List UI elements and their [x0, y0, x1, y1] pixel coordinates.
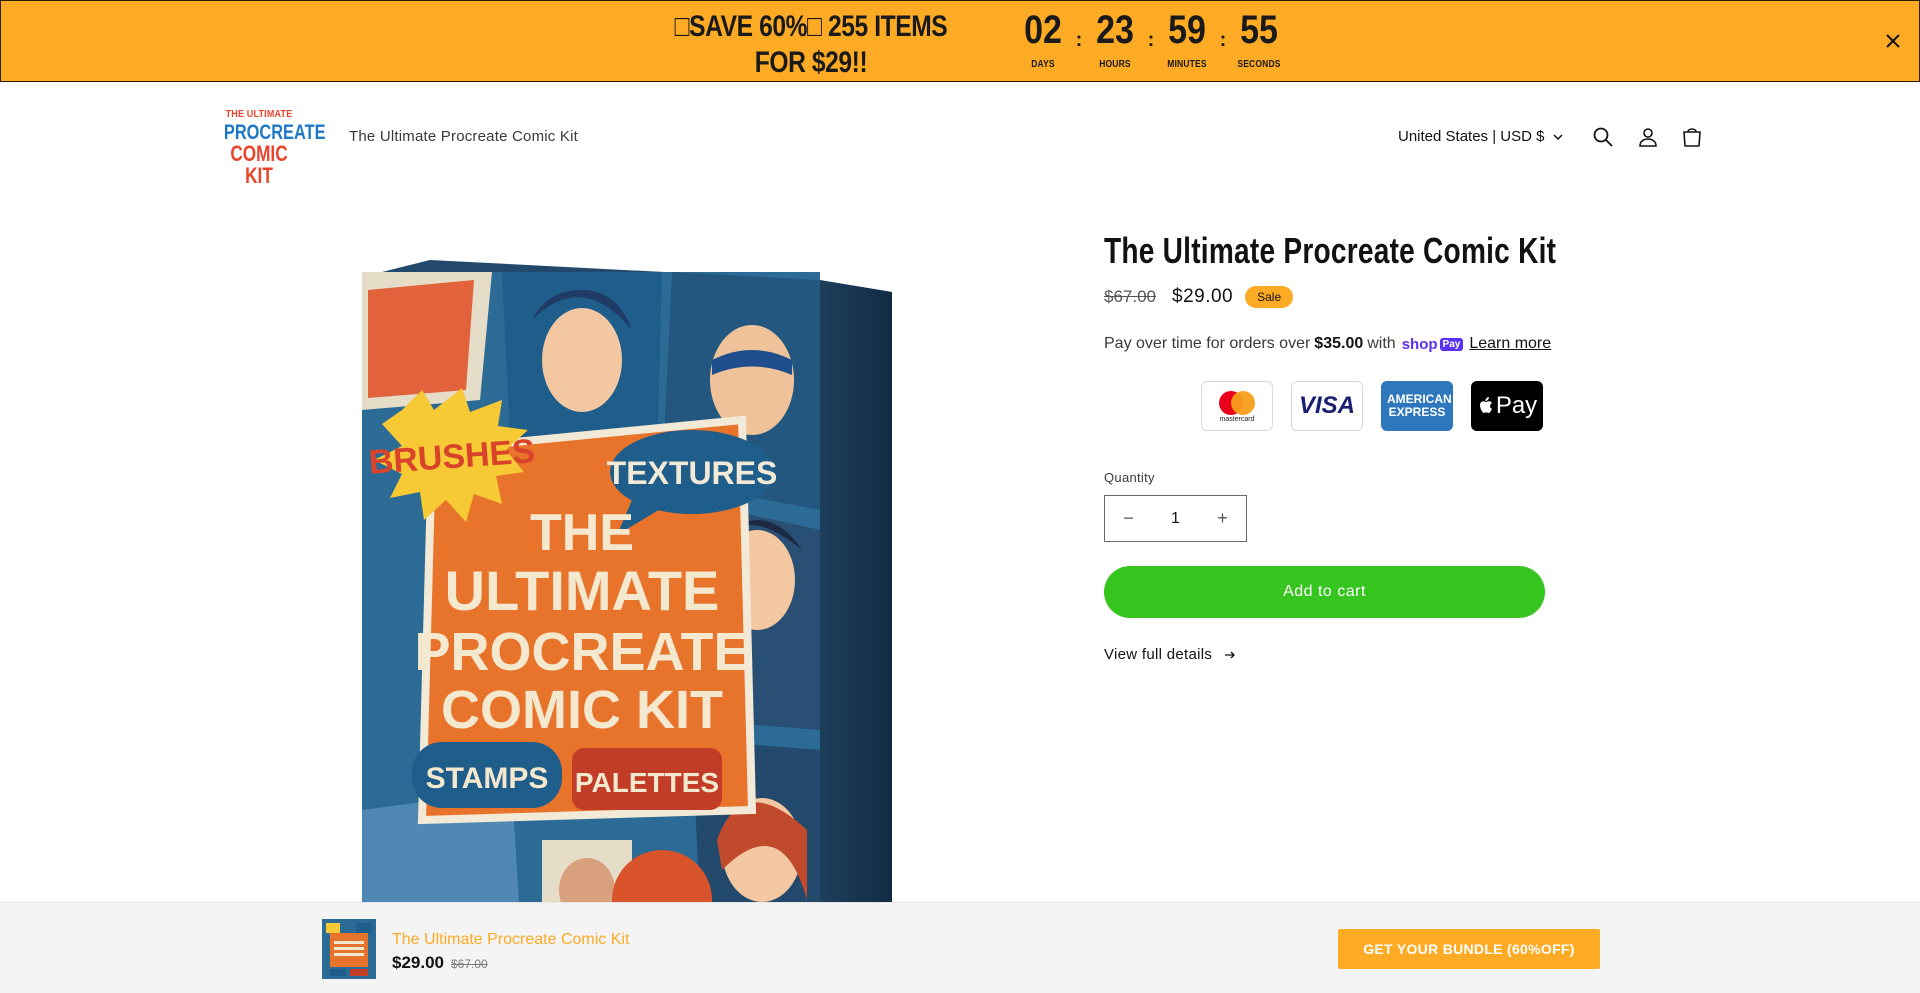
- sticky-compare-price: $67.00: [451, 957, 488, 971]
- countdown-seconds: 55 SECONDS: [1232, 7, 1286, 70]
- countdown-seconds-value: 55: [1240, 8, 1278, 52]
- countdown-hours: 23 HOURS: [1088, 7, 1142, 70]
- box-title-line-2: ULTIMATE: [445, 559, 720, 622]
- amex-icon: AMERICAN EXPRESS: [1381, 381, 1453, 431]
- quantity-increase-button[interactable]: +: [1199, 496, 1246, 541]
- countdown-timer: 02 DAYS : 23 HOURS : 59 MINUTES : 55 SEC…: [1016, 7, 1286, 70]
- compare-at-price: $67.00: [1104, 287, 1156, 306]
- box-label-stamps: STAMPS: [426, 762, 549, 795]
- close-icon[interactable]: [1881, 29, 1905, 53]
- sticky-price-row: $29.00 $67.00: [392, 953, 488, 973]
- chevron-down-icon: [1553, 133, 1563, 140]
- announcement-bar: □SAVE 60%□ 255 ITEMS FOR $29!! SALE ENDS…: [0, 0, 1920, 111]
- cart-icon[interactable]: [1680, 125, 1704, 149]
- site-logo[interactable]: THE ULTIMATE PROCREATE COMIC KIT: [214, 109, 326, 187]
- countdown-minutes-value: 59: [1168, 8, 1206, 52]
- view-full-details-link[interactable]: View full details: [1104, 646, 1236, 663]
- quantity-input[interactable]: 1: [1152, 510, 1199, 528]
- arrow-right-icon: [1225, 651, 1236, 658]
- view-full-details-label: View full details: [1104, 646, 1213, 663]
- sale-badge: Sale: [1245, 286, 1294, 308]
- product-media-gallery[interactable]: BRUSHES TEXTURES THE ULTIMATE PROCREATE …: [340, 240, 900, 950]
- countdown-minutes: 59 MINUTES: [1160, 7, 1214, 70]
- get-bundle-button[interactable]: GET YOUR BUNDLE (60%OFF): [1338, 929, 1600, 969]
- shop-pay-logo: shop Pay: [1402, 336, 1464, 353]
- visa-icon: VISA: [1291, 381, 1363, 431]
- shop-pay-pill: Pay: [1439, 337, 1464, 351]
- logo-line-1: THE ULTIMATE: [225, 109, 293, 120]
- apple-pay-label: Pay: [1495, 392, 1538, 419]
- region-label: United States | USD $: [1398, 128, 1545, 145]
- promo-headline: □SAVE 60%□ 255 ITEMS FOR $29!!: [674, 10, 948, 79]
- installments-threshold: $35.00: [1314, 335, 1364, 352]
- countdown-hours-value: 23: [1096, 8, 1134, 52]
- quantity-stepper: − 1 +: [1104, 495, 1247, 542]
- price-row: $67.00 $29.00 Sale: [1104, 286, 1294, 308]
- countdown-hours-label: HOURS: [1099, 59, 1131, 70]
- sale-price: $29.00: [1172, 286, 1234, 307]
- visa-label: VISA: [1298, 392, 1355, 419]
- sticky-sale-price: $29.00: [392, 953, 444, 972]
- countdown-seconds-label: SECONDS: [1237, 59, 1281, 70]
- mastercard-icon: mastercard: [1201, 381, 1273, 431]
- countdown-separator: :: [1147, 29, 1155, 51]
- add-to-cart-button[interactable]: Add to cart: [1104, 566, 1545, 618]
- logo-line-3: COMIC KIT: [230, 141, 288, 188]
- countdown-days-label: DAYS: [1031, 59, 1055, 70]
- amex-label: AMERICAN EXPRESS: [1387, 392, 1452, 419]
- countdown-separator: :: [1219, 29, 1227, 51]
- countdown-minutes-label: MINUTES: [1167, 59, 1207, 70]
- sticky-product-thumbnail: [322, 919, 376, 979]
- box-title-line-1: THE: [530, 504, 634, 562]
- box-label-palettes: PALETTES: [575, 767, 719, 798]
- sticky-purchase-bar: The Ultimate Procreate Comic Kit $29.00 …: [0, 902, 1920, 993]
- countdown-days: 02 DAYS: [1016, 7, 1070, 70]
- nav-link-home[interactable]: The Ultimate Procreate Comic Kit: [349, 128, 578, 145]
- box-bubble-label: TEXTURES: [607, 455, 778, 491]
- site-header: THE ULTIMATE PROCREATE COMIC KIT The Ult…: [0, 82, 1920, 194]
- account-icon[interactable]: [1636, 125, 1660, 149]
- shop-pay-wordmark: shop: [1401, 335, 1438, 353]
- quantity-decrease-button[interactable]: −: [1105, 496, 1152, 541]
- box-title-line-4: COMIC KIT: [441, 680, 723, 740]
- installments-text: Pay over time for orders over: [1104, 335, 1311, 352]
- search-icon[interactable]: [1591, 125, 1615, 149]
- countdown-separator: :: [1075, 29, 1083, 51]
- sticky-product-title: The Ultimate Procreate Comic Kit: [392, 931, 630, 948]
- apple-pay-icon: Pay: [1471, 381, 1543, 431]
- countdown-days-value: 02: [1024, 8, 1062, 52]
- installments-with: with: [1367, 335, 1396, 352]
- shop-pay-installments: Pay over time for orders over $35.00 wit…: [1104, 335, 1551, 353]
- quantity-label: Quantity: [1104, 470, 1155, 485]
- box-title-line-3: PROCREATE: [414, 622, 749, 682]
- product-title: The Ultimate Procreate Comic Kit: [1104, 230, 1557, 271]
- logo-line-2: PROCREATE: [223, 121, 326, 144]
- country-currency-selector[interactable]: United States | USD $: [1398, 128, 1564, 145]
- payment-methods: mastercard VISA AMERICAN EXPRESS Pay: [1201, 381, 1543, 431]
- learn-more-link[interactable]: Learn more: [1469, 335, 1551, 353]
- mastercard-label: mastercard: [1219, 415, 1255, 423]
- product-box-image: BRUSHES TEXTURES THE ULTIMATE PROCREATE …: [362, 260, 892, 950]
